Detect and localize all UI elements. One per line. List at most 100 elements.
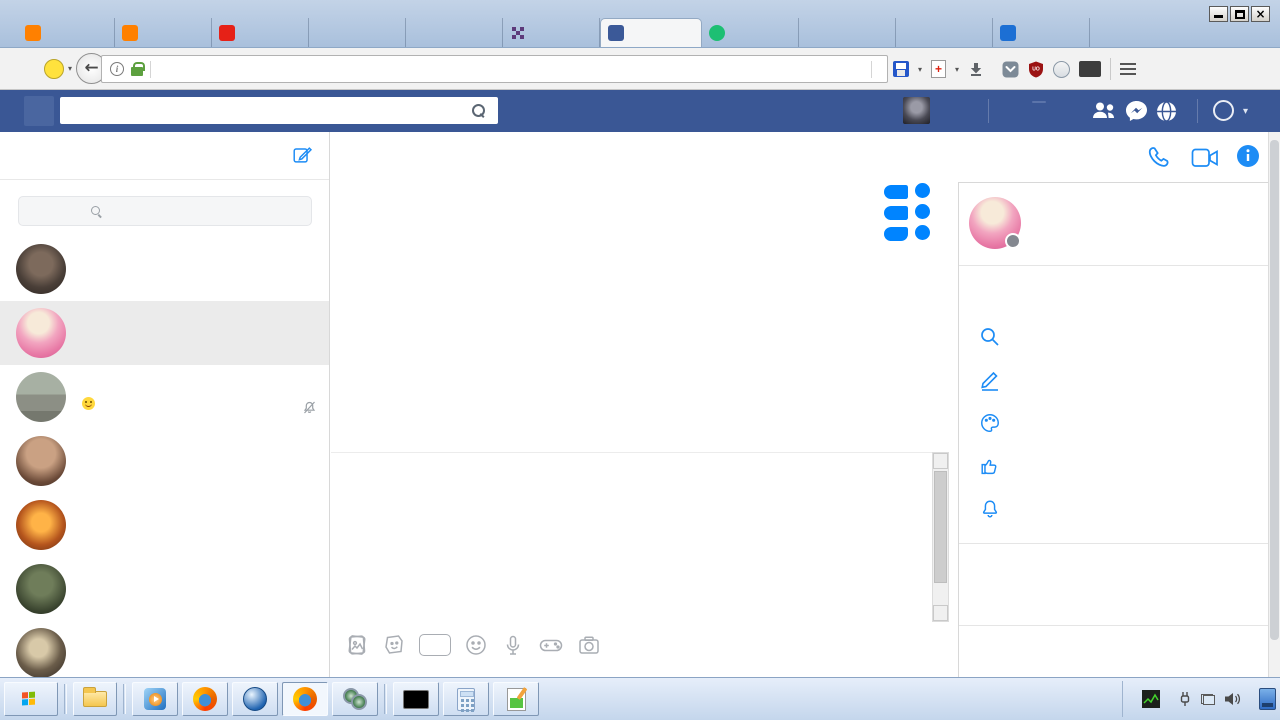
messages-icon[interactable]	[1125, 100, 1148, 127]
command-prompt-icon	[403, 689, 429, 709]
pocket-icon[interactable]	[1002, 61, 1019, 78]
account-caret-icon[interactable]: ▾	[1243, 106, 1248, 117]
delivered-check-icon	[915, 225, 930, 240]
tab-top5-free[interactable]	[993, 18, 1090, 47]
tab-strip	[0, 18, 1280, 47]
scroll-up-button[interactable]	[933, 453, 948, 469]
calculator-task-button[interactable]	[443, 682, 489, 716]
firefox-active-task-button[interactable]	[282, 682, 328, 716]
voice-call-icon[interactable]	[1146, 144, 1171, 174]
tab-hearts-kare[interactable]	[115, 18, 212, 47]
power-plug-icon[interactable]	[1178, 691, 1192, 707]
add-page-caret-icon[interactable]: ▾	[955, 65, 959, 74]
tab-malle-parn[interactable]	[212, 18, 309, 47]
tab-fiverr[interactable]	[702, 18, 799, 47]
screen-recorder-task-button[interactable]	[332, 682, 378, 716]
facebook-search-input[interactable]	[60, 103, 472, 118]
conversation-row[interactable]	[0, 429, 329, 493]
conversation-row[interactable]	[0, 621, 329, 677]
add-page-icon[interactable]	[931, 60, 947, 78]
scrollbar-thumb[interactable]	[934, 471, 947, 583]
option-edit-nicknames[interactable]	[959, 359, 1268, 402]
option-search-in-conversation[interactable]	[959, 316, 1268, 359]
divider	[959, 625, 1268, 626]
volume-icon[interactable]	[1224, 692, 1241, 706]
video-call-icon[interactable]	[1191, 148, 1219, 173]
seamonkey-task-button[interactable]	[232, 682, 278, 716]
save-caret-icon[interactable]: ▾	[918, 65, 922, 74]
show-desktop-button[interactable]	[1259, 688, 1276, 710]
firefox-task-button[interactable]	[182, 682, 228, 716]
scroll-down-button[interactable]	[933, 605, 948, 621]
page-scrollbar[interactable]	[1268, 132, 1280, 677]
conversation-row-selected[interactable]	[0, 301, 329, 365]
divider	[988, 99, 989, 123]
help-icon[interactable]	[1213, 100, 1234, 121]
tab-official-go[interactable]	[406, 18, 503, 47]
divider	[150, 60, 151, 78]
user-avatar[interactable]	[903, 97, 930, 124]
file-manager-button[interactable]	[73, 682, 117, 716]
network-icon[interactable]	[1201, 693, 1215, 705]
downloads-icon[interactable]	[968, 61, 984, 77]
extension-caret-icon[interactable]: ▾	[68, 64, 72, 73]
conversation-row[interactable]	[0, 557, 329, 621]
extension-m-icon[interactable]	[44, 59, 64, 79]
media-player-task-button[interactable]	[132, 682, 178, 716]
url-bar[interactable]: i	[101, 55, 888, 83]
tab-facebook-c[interactable]	[503, 18, 600, 47]
conversation-row[interactable]	[0, 365, 329, 429]
avatar	[16, 564, 66, 614]
message-input[interactable]	[331, 452, 932, 622]
page-info-icon[interactable]: i	[110, 62, 124, 76]
pixel-grid-icon	[510, 25, 526, 41]
messenger-search[interactable]	[18, 196, 312, 226]
scrapbook-icon[interactable]	[1053, 60, 1071, 78]
photo-icon[interactable]	[345, 633, 369, 657]
notifications-icon[interactable]	[1155, 100, 1178, 128]
search-icon[interactable]	[472, 103, 486, 118]
voice-clip-icon[interactable]	[501, 633, 525, 657]
tab-messenger-active[interactable]	[600, 18, 702, 47]
conversation-row[interactable]	[0, 237, 329, 301]
conversation-row[interactable]	[0, 493, 329, 557]
tab-screen-reco[interactable]	[896, 18, 993, 47]
facebook-search[interactable]	[60, 97, 498, 124]
blogger-icon	[122, 24, 138, 41]
option-change-colour[interactable]	[959, 402, 1268, 445]
gif-icon[interactable]	[419, 634, 451, 656]
messenger-search-input[interactable]	[109, 203, 240, 219]
conversation-info-icon[interactable]	[1236, 144, 1260, 173]
option-change-emoji[interactable]	[959, 445, 1268, 488]
save-page-icon[interactable]	[893, 61, 909, 77]
start-button[interactable]	[4, 682, 58, 716]
avatar	[16, 244, 66, 294]
command-prompt-task-button[interactable]	[393, 682, 439, 716]
menu-icon[interactable]	[1120, 63, 1137, 75]
new-tab-button[interactable]	[1108, 18, 1134, 47]
tab-scroll-right-button[interactable]	[1090, 18, 1108, 47]
message-list[interactable]	[331, 182, 958, 452]
tab-scroll-left-button[interactable]	[0, 18, 18, 47]
message-text	[884, 227, 908, 241]
bell-icon	[982, 500, 998, 518]
sticker-icon[interactable]	[382, 633, 406, 657]
games-icon[interactable]	[538, 633, 564, 657]
friend-requests-icon[interactable]	[1090, 100, 1117, 126]
new-message-icon[interactable]	[291, 144, 313, 171]
youtube-downloader-icon[interactable]	[1079, 61, 1102, 77]
text-editor-task-button[interactable]	[493, 682, 539, 716]
tab-list-caret[interactable]	[1134, 18, 1154, 47]
camera-icon[interactable]	[577, 633, 601, 657]
scrollbar-thumb[interactable]	[1270, 140, 1279, 640]
emoji-icon[interactable]	[464, 633, 488, 657]
tab-word-usage[interactable]	[799, 18, 896, 47]
ublock-icon[interactable]: UO	[1028, 61, 1044, 78]
tab-blogger[interactable]	[18, 18, 115, 47]
activity-monitor-icon[interactable]	[1142, 690, 1160, 708]
composer-scrollbar[interactable]	[932, 452, 949, 622]
facebook-logo[interactable]	[24, 96, 54, 126]
svg-text:UO: UO	[1032, 66, 1040, 72]
tab-google-url[interactable]	[309, 18, 406, 47]
option-notifications[interactable]	[959, 488, 1268, 531]
